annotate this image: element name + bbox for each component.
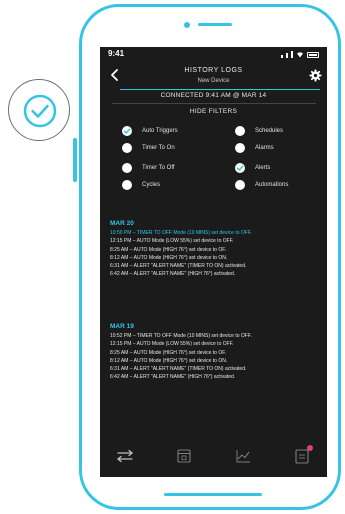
- app-screen: 9:41 HISTORY LOGS New Device CONNECTED 9…: [100, 47, 327, 477]
- filter-timer-to-off[interactable]: Timer To Off: [122, 163, 175, 173]
- status-time: 9:41: [108, 49, 125, 58]
- device-name: New Device: [197, 78, 230, 84]
- log-group: MAR 19 10:52 PM – TIMER TO OFF Mode (10 …: [110, 323, 322, 382]
- filter-checkbox[interactable]: [122, 126, 132, 136]
- log-entry: 10:50 PM – TIMER TO OFF Mode (10 MINS) s…: [110, 230, 252, 236]
- wifi-icon: [297, 52, 303, 58]
- filter-checkbox[interactable]: [235, 163, 245, 173]
- filter-checkbox[interactable]: [235, 143, 245, 153]
- filter-schedules[interactable]: Schedules: [235, 126, 283, 136]
- controls-icon: [116, 449, 134, 463]
- filter-alerts[interactable]: Alerts: [235, 163, 270, 173]
- log-entry: 12:15 PM – AUTO Mode (LOW 55%) set devic…: [110, 238, 234, 245]
- filter-timer-to-on[interactable]: Timer To On: [122, 143, 175, 153]
- calendar-icon: [177, 449, 191, 463]
- nav-bar: HISTORY LOGS New Device: [100, 61, 327, 91]
- log-entry: 6:42 AM – ALERT "ALERT NAME" (HIGH 76°) …: [110, 271, 236, 278]
- tab-logs[interactable]: [293, 445, 313, 465]
- filter-label: Timer To On: [142, 145, 175, 151]
- tab-chart[interactable]: [234, 447, 252, 465]
- log-date: MAR 20: [110, 220, 134, 227]
- divider: [112, 103, 316, 104]
- filter-checkbox[interactable]: [235, 180, 245, 190]
- check-icon: [236, 165, 244, 171]
- page-title: HISTORY LOGS: [184, 67, 243, 74]
- log-entry: 8:12 AM – AUTO Mode (HIGH 76°) set devic…: [110, 254, 228, 261]
- log-entry: 8:25 AM – AUTO Mode (HIGH 76°) set devic…: [110, 246, 227, 253]
- log-entry: 6:42 AM – ALERT "ALERT NAME" (HIGH 76°) …: [110, 374, 236, 381]
- speaker-bar: [198, 23, 232, 26]
- log-entry: 6:31 AM – ALERT "ALERT NAME" (TIMER TO O…: [110, 366, 247, 373]
- filter-checkbox[interactable]: [235, 126, 245, 136]
- filter-label: Automations: [255, 182, 289, 188]
- tab-bar: [100, 439, 327, 477]
- log-date: MAR 19: [110, 323, 134, 330]
- tab-controls[interactable]: [116, 447, 134, 465]
- notification-badge: [307, 445, 313, 451]
- filter-alarms[interactable]: Alarms: [235, 143, 274, 153]
- connection-status: CONNECTED 9:41 AM @ MAR 14: [160, 92, 267, 99]
- filter-label: Timer To Off: [142, 165, 175, 171]
- log-entry: 8:25 AM – AUTO Mode (HIGH 76°) set devic…: [110, 349, 227, 356]
- status-bar: 9:41: [100, 47, 327, 61]
- battery-icon: [307, 52, 319, 58]
- header-underline: [120, 89, 320, 90]
- filter-checkbox[interactable]: [122, 163, 132, 173]
- hide-filters-heading: HIDE FILTERS: [189, 108, 238, 115]
- tab-calendar[interactable]: [175, 447, 193, 465]
- checkmark-badge: [8, 79, 70, 141]
- filter-label: Auto Triggers: [142, 128, 178, 134]
- chart-icon: [236, 450, 250, 463]
- log-group: MAR 20 10:50 PM – TIMER TO OFF Mode (10 …: [110, 220, 322, 279]
- log-entry: 12:15 PM – AUTO Mode (LOW 55%) set devic…: [110, 341, 234, 348]
- signal-bar: [286, 53, 288, 58]
- filter-checkbox[interactable]: [122, 180, 132, 190]
- home-indicator: [164, 493, 262, 496]
- log-entry: 8:12 AM – AUTO Mode (HIGH 76°) set devic…: [110, 357, 228, 364]
- camera-dot: [184, 22, 190, 28]
- check-circle-icon: [23, 94, 57, 128]
- status-icons: [281, 50, 319, 58]
- signal-bar: [291, 51, 293, 58]
- signal-icon: [281, 55, 283, 58]
- log-entry: 10:52 PM – TIMER TO OFF Mode (10 MINS) s…: [110, 333, 252, 339]
- filter-label: Alerts: [255, 165, 271, 171]
- gear-icon[interactable]: [309, 69, 322, 82]
- filter-label: Schedules: [255, 128, 284, 134]
- filter-checkbox[interactable]: [122, 143, 132, 153]
- check-icon: [123, 128, 131, 134]
- filter-automations[interactable]: Automations: [235, 180, 288, 190]
- log-entry: 6:31 AM – ALERT "ALERT NAME" (TIMER TO O…: [110, 263, 247, 270]
- filter-cycles[interactable]: Cycles: [122, 180, 160, 190]
- filter-label: Alarms: [255, 145, 274, 151]
- filter-auto-triggers[interactable]: Auto Triggers: [122, 126, 178, 136]
- side-button: [73, 138, 77, 182]
- filter-label: Cycles: [142, 182, 161, 188]
